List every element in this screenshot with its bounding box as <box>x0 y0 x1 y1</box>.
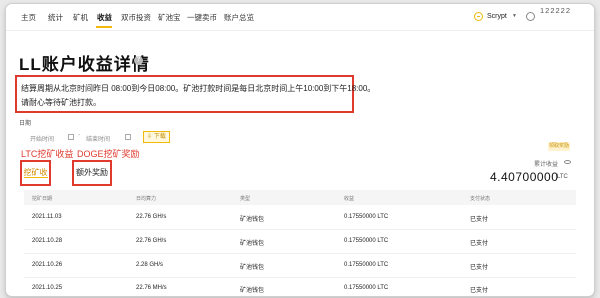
cell-hashrate: 22.76 MH/s <box>136 285 167 291</box>
cell-type: 矿池钱包 <box>240 288 265 294</box>
calendar-icon[interactable] <box>68 134 74 140</box>
settlement-notice: 结算周期从北京时间昨日 08:00到今日08:00。矿池打款时间是每日北京时间上… <box>15 75 375 113</box>
cell-earnings: 0.17550000 LTC <box>344 262 389 268</box>
ltc-annotation: LTC挖矿收益 <box>21 149 74 159</box>
cell-earnings: 0.17550000 LTC <box>344 214 389 220</box>
column-header-earnings: 收益 <box>344 196 355 202</box>
cell-date: 2021.10.28 <box>32 238 63 244</box>
column-header-payment-status: 支付状态 <box>470 196 491 202</box>
table-row: 2021.10.26 2.28 GH/s 矿池钱包 0.17550000 LTC… <box>24 253 576 278</box>
user-icon[interactable] <box>526 12 535 21</box>
table-row: 2021.10.25 22.76 MH/s 矿池钱包 0.17550000 LT… <box>24 276 576 296</box>
column-header-type: 类型 <box>240 196 251 202</box>
top-nav: 主页 统计 矿机 收益 双币投资 矿池宝 一键卖币 账户总览 Scrypt ▼ … <box>6 4 594 31</box>
chevron-down-icon[interactable]: ▼ <box>512 13 517 19</box>
cell-type: 矿池钱包 <box>240 265 265 271</box>
start-date-input[interactable]: 开始时间 <box>30 134 54 143</box>
download-icon: ⇩ <box>147 134 153 140</box>
cell-status: 已支付 <box>470 217 489 223</box>
question-icon[interactable]: ? <box>134 56 143 65</box>
tab-extra-label: 额外奖励 <box>76 168 108 177</box>
title-overlap <box>16 42 131 54</box>
tab-extra-rewards[interactable]: 额外奖励 <box>72 160 112 186</box>
cell-date: 2021.10.25 <box>32 285 63 291</box>
doge-annotation: DOGE挖矿奖励 <box>77 149 140 159</box>
notice-text-line2: 请耐心等待矿池打款。 <box>21 98 101 107</box>
calendar-icon[interactable] <box>125 134 131 140</box>
table-row: 2021.10.28 22.76 GH/s 矿池钱包 0.17550000 LT… <box>24 229 576 254</box>
eye-icon[interactable] <box>564 160 571 164</box>
cell-earnings: 0.17550000 LTC <box>344 285 389 291</box>
nav-item-account-overview[interactable]: 账户总览 <box>224 12 254 23</box>
cell-hashrate: 22.76 GH/s <box>136 214 167 220</box>
cell-type: 矿池钱包 <box>240 217 265 223</box>
cell-hashrate: 2.28 GH/s <box>136 262 164 268</box>
nav-item-stats[interactable]: 统计 <box>48 12 63 23</box>
algorithm-select[interactable]: Scrypt <box>487 13 507 20</box>
notice-text-line1: 结算周期从北京时间昨日 08:00到今日08:00。矿池打款时间是每日北京时间上… <box>21 84 376 93</box>
cell-hashrate: 22.76 GH/s <box>136 238 167 244</box>
column-header-hashrate: 日均算力 <box>136 196 157 202</box>
app-window: 主页 统计 矿机 收益 双币投资 矿池宝 一键卖币 账户总览 Scrypt ▼ … <box>6 4 594 296</box>
cell-type: 矿池钱包 <box>240 241 265 247</box>
coin-icon <box>474 12 483 21</box>
end-date-input[interactable]: 结束时间 <box>86 134 110 143</box>
username[interactable]: 122222 <box>540 6 571 15</box>
cumulative-earnings-value: 4.40700000 <box>490 170 559 184</box>
nav-item-dual-invest[interactable]: 双币投资 <box>121 12 151 23</box>
cell-date: 2021.11.03 <box>32 214 62 220</box>
cell-status: 已支付 <box>470 288 489 294</box>
date-label: 日期 <box>19 121 32 127</box>
download-button[interactable]: ⇩ 下载 <box>143 131 170 143</box>
date-range-separator: - <box>78 132 81 139</box>
table-row: 2021.11.03 22.76 GH/s 矿池钱包 0.17550000 LT… <box>24 205 576 230</box>
cell-status: 已支付 <box>470 241 489 247</box>
cell-earnings: 0.17550000 LTC <box>344 238 389 244</box>
nav-item-earnings[interactable]: 收益 <box>97 12 112 23</box>
table-header: 挖矿日期 日均算力 类型 收益 支付状态 <box>24 190 576 205</box>
tab-mining-earnings[interactable]: 挖矿收益 <box>20 160 51 200</box>
nav-item-miners[interactable]: 矿机 <box>73 12 88 23</box>
cell-status: 已支付 <box>470 265 489 271</box>
nav-item-pool-savings[interactable]: 矿池宝 <box>158 12 181 23</box>
cell-date: 2021.10.26 <box>32 262 63 268</box>
download-label: 下载 <box>153 134 166 140</box>
column-header-date: 挖矿日期 <box>32 196 53 202</box>
nav-item-sell-coin[interactable]: 一键卖币 <box>187 12 217 23</box>
active-tab-indicator <box>96 26 112 28</box>
nav-item-home[interactable]: 主页 <box>21 12 36 23</box>
cumulative-earnings-label: 累计收益 <box>534 162 559 168</box>
claim-reward-button[interactable]: 领取奖励 <box>548 142 570 151</box>
cumulative-earnings-unit: LTC <box>557 174 568 180</box>
